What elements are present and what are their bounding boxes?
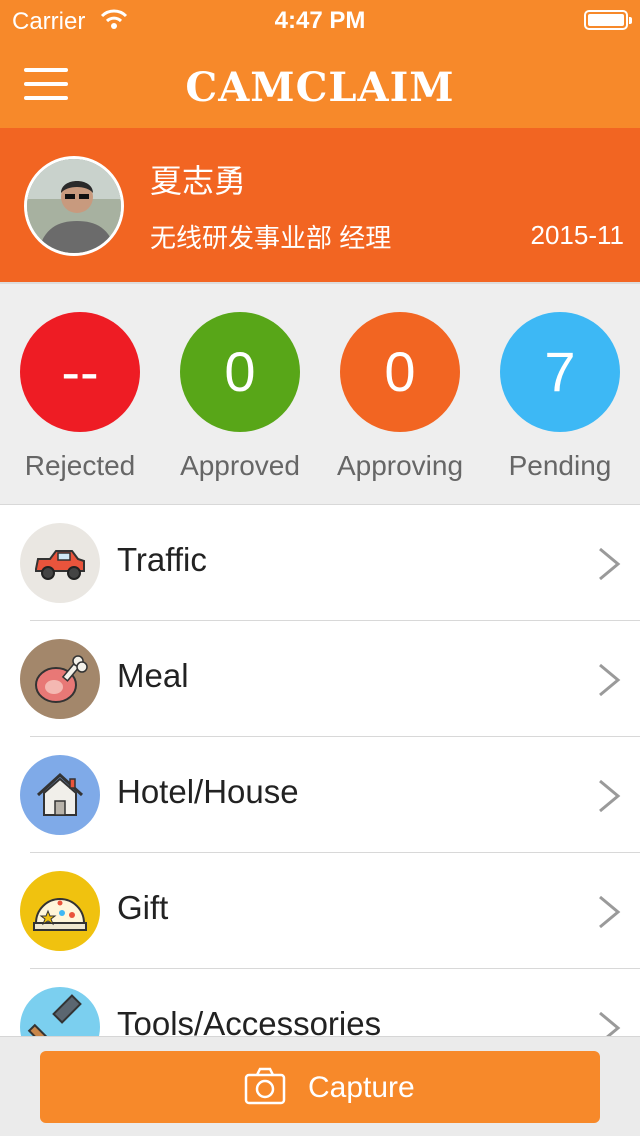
app-logo: CAMCLAIM <box>185 64 455 111</box>
avatar-image <box>27 159 121 253</box>
list-item-traffic[interactable]: Traffic <box>0 505 640 621</box>
meat-icon <box>20 639 100 719</box>
list-item-label: Meal <box>117 657 189 694</box>
stat-rejected[interactable]: -- Rejected <box>0 312 160 482</box>
status-bar: Carrier 4:47 PM <box>0 0 640 40</box>
avatar[interactable] <box>24 156 124 256</box>
stat-pending-label: Pending <box>508 450 612 481</box>
stat-pending-count: 7 <box>500 312 620 432</box>
chevron-right-icon <box>599 547 621 581</box>
list-item-hotel-house[interactable]: Hotel/House <box>0 737 640 853</box>
chevron-right-icon <box>599 1011 621 1037</box>
bottom-bar: Capture <box>0 1036 640 1136</box>
status-summary: -- Rejected 0 Approved 0 Approving 7 Pen… <box>0 282 640 504</box>
chevron-right-icon <box>599 779 621 813</box>
chevron-right-icon <box>599 895 621 929</box>
stat-rejected-count: -- <box>20 312 140 432</box>
category-list: Traffic Meal Hotel/House Gift Tools/Acce… <box>0 504 640 1037</box>
list-item-meal[interactable]: Meal <box>0 621 640 737</box>
capture-button[interactable]: Capture <box>40 1051 600 1123</box>
list-item-tools-accessories[interactable]: Tools/Accessories <box>0 969 640 1037</box>
list-item-label: Tools/Accessories <box>117 1005 382 1037</box>
clock: 4:47 PM <box>274 7 366 34</box>
user-name: 夏志勇 <box>150 163 247 199</box>
profile-header: 夏志勇 无线研发事业部 经理 2015-11 <box>0 128 640 282</box>
stat-approving-label: Approving <box>336 450 464 481</box>
list-item-label: Hotel/House <box>117 773 299 810</box>
stat-approving-count: 0 <box>340 312 460 432</box>
stat-approved-label: Approved <box>180 450 300 481</box>
stat-rejected-label: Rejected <box>24 450 136 481</box>
stat-approved-count: 0 <box>180 312 300 432</box>
stat-approved[interactable]: 0 Approved <box>160 312 320 482</box>
stat-pending[interactable]: 7 Pending <box>480 312 640 482</box>
car-icon <box>20 523 100 603</box>
chevron-right-icon <box>599 663 621 697</box>
stat-approving[interactable]: 0 Approving <box>320 312 480 482</box>
claim-period[interactable]: 2015-11 <box>531 220 625 251</box>
house-icon <box>20 755 100 835</box>
battery-icon <box>584 10 632 30</box>
capture-label: Capture <box>308 1071 415 1104</box>
list-item-label: Traffic <box>117 541 207 578</box>
user-department: 无线研发事业部 经理 <box>150 223 392 253</box>
hammer-icon <box>20 987 100 1037</box>
list-item-gift[interactable]: Gift <box>0 853 640 969</box>
list-item-label: Gift <box>117 889 169 926</box>
gift-icon <box>20 871 100 951</box>
top-bar: Carrier 4:47 PM CAMCLAIM <box>0 0 640 128</box>
camera-icon <box>244 1067 286 1105</box>
